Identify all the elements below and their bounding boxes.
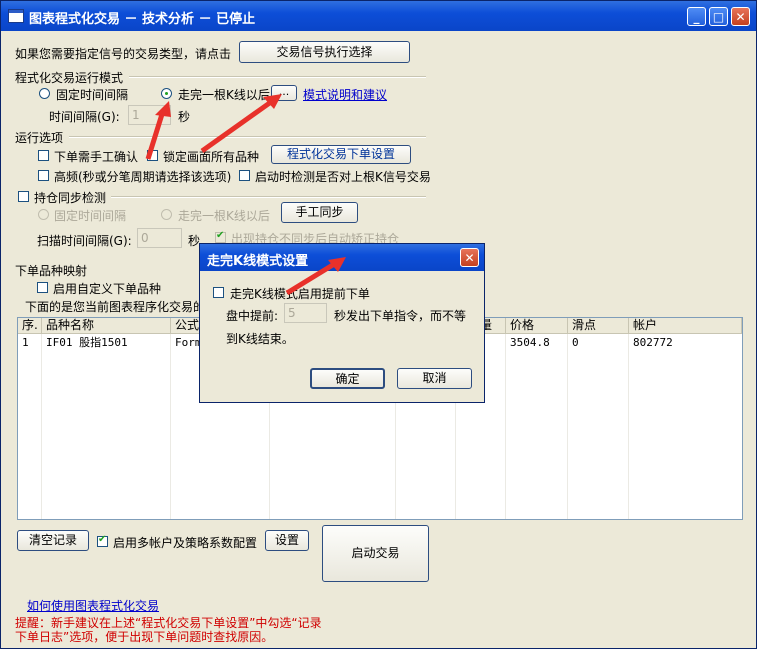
arrow-to-dots — [200, 99, 273, 154]
arrow-head-icon — [155, 101, 171, 117]
annotation-arrows — [145, 94, 346, 296]
arrow-to-radio — [145, 110, 166, 160]
main-window: 图表程式化交易 － 技术分析 － 已停止 _ □ ✕ 如果您需要指定信号的交易类… — [0, 0, 757, 649]
arrow-to-dialog — [285, 260, 338, 296]
